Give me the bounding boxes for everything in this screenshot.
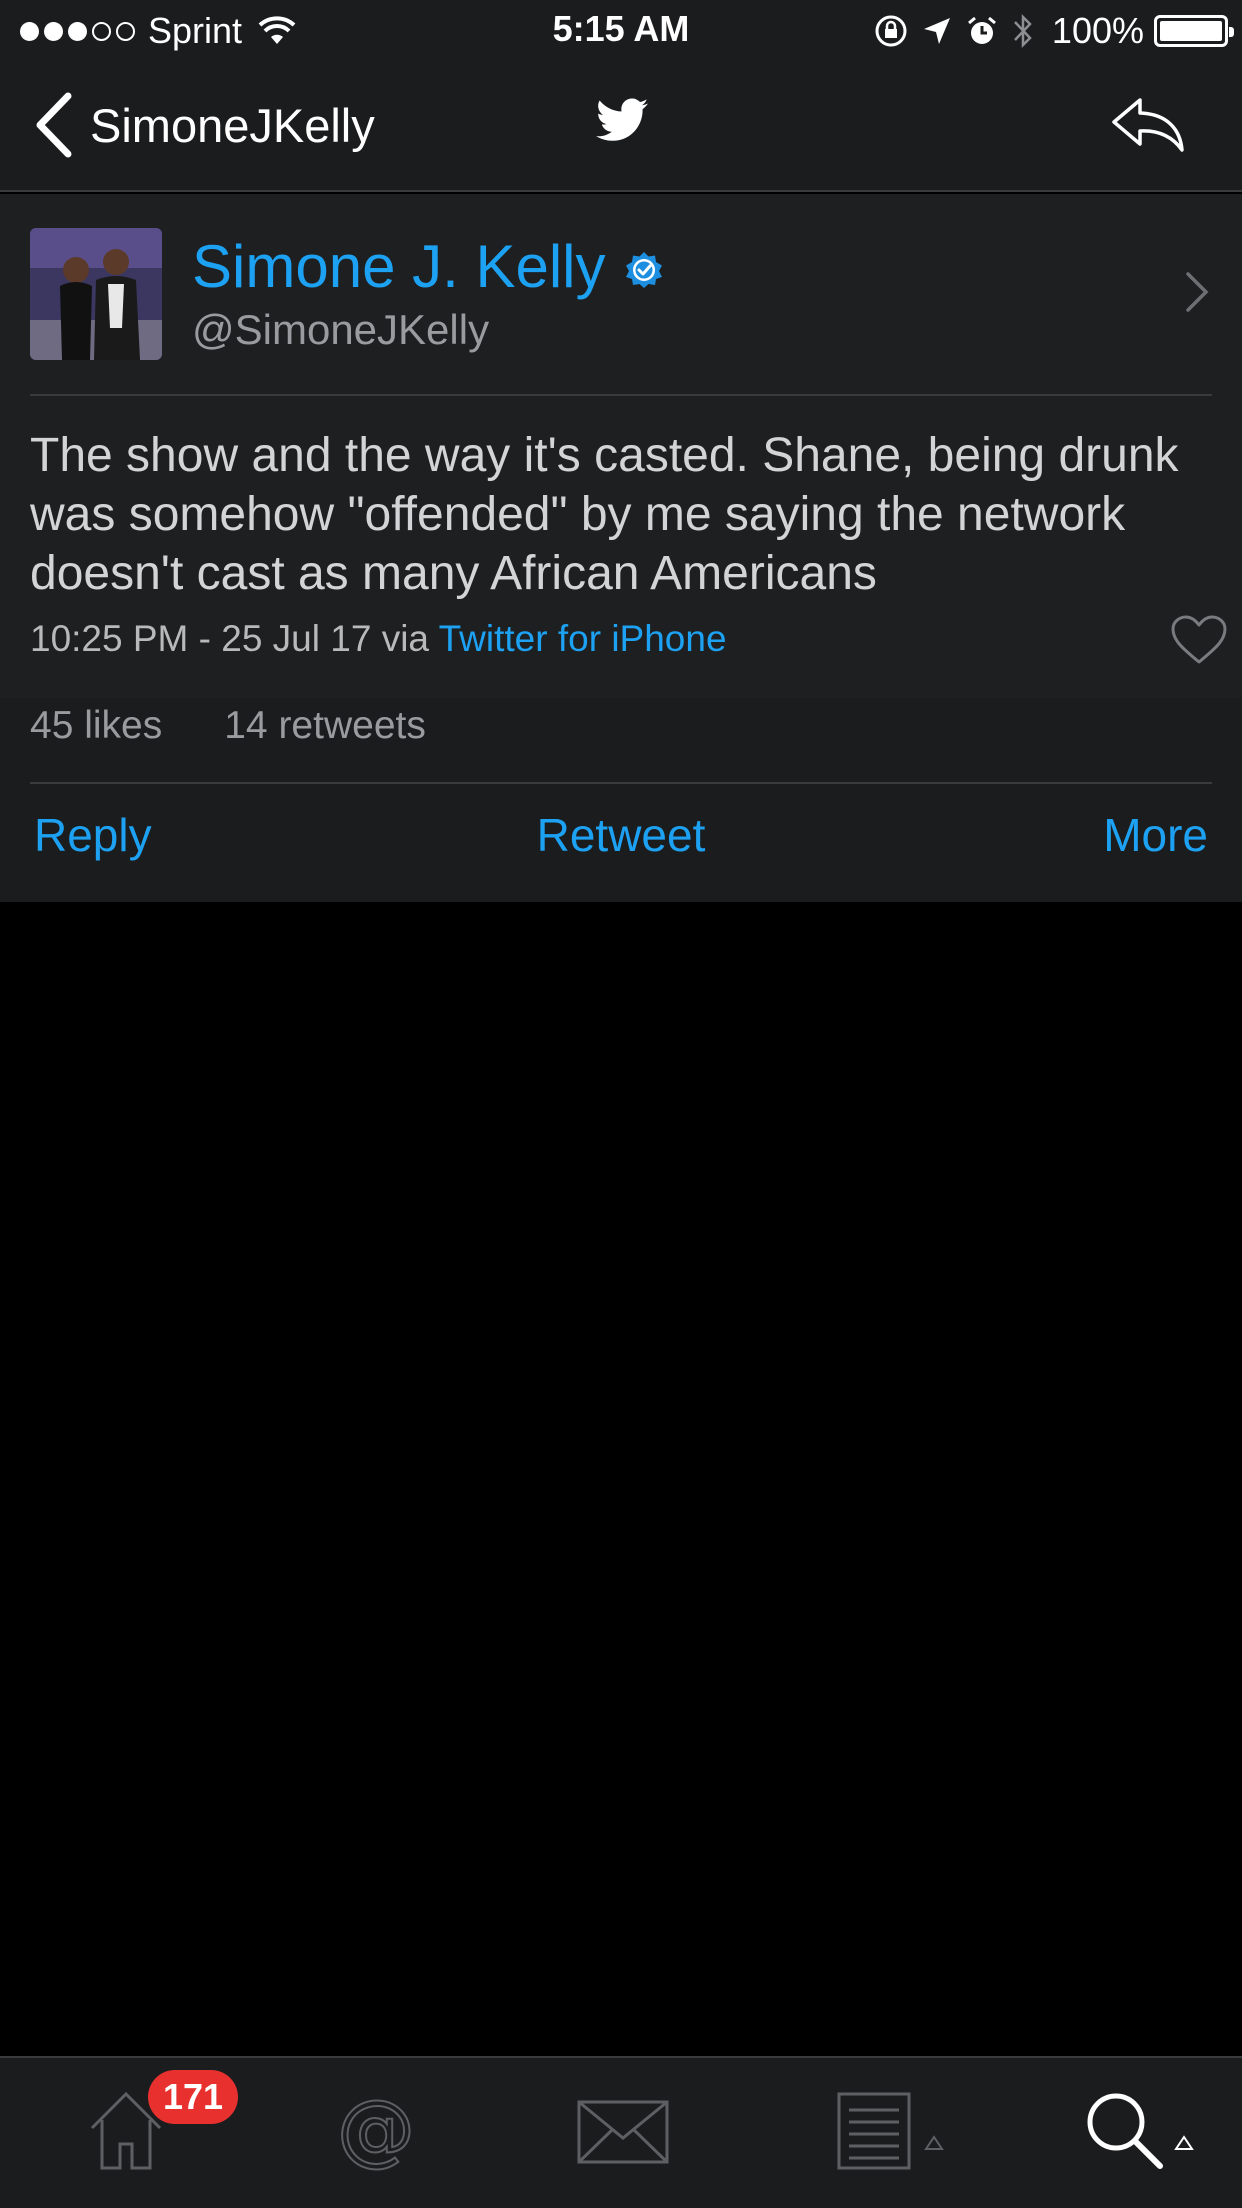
bluetooth-icon [1014,13,1032,49]
client-link[interactable]: Twitter for iPhone [439,618,727,659]
likes-count[interactable]: 45 likes [30,704,162,748]
status-left: Sprint [20,10,296,52]
status-bar: Sprint 5:15 AM 100% [0,0,1242,62]
tweet-text: The show and the way it's casted. Shane,… [30,429,1179,600]
search-dropdown-icon[interactable] [1174,2134,1194,2152]
tweet-timestamp: 10:25 PM - 25 Jul 17 via Twitter for iPh… [30,618,727,660]
carrier-name: Sprint [148,10,243,51]
status-right: 100% [860,10,1234,52]
back-button[interactable]: SimoneJKelly [34,92,375,158]
orientation-lock-icon [875,15,907,47]
location-icon [923,18,950,44]
avatar-photo [30,228,162,360]
like-heart-icon[interactable] [1170,614,1228,666]
verified-badge-icon [625,251,662,288]
search-icon[interactable] [1082,2088,1166,2172]
navigation-bar: SimoneJKelly [0,62,1242,192]
avatar[interactable] [30,228,162,360]
reply-arrow-icon[interactable] [1110,94,1186,154]
display-name[interactable]: Simone J. Kelly [192,232,664,301]
signal-dot [116,21,135,41]
lists-icon[interactable] [836,2088,912,2172]
signal-dot [44,21,63,41]
mentions-icon[interactable]: @ [334,2088,418,2172]
tweet-actions: Reply Retweet More [0,784,1242,900]
back-label: SimoneJKelly [90,98,375,152]
retweets-count[interactable]: 14 retweets [224,704,426,748]
signal-dot [68,21,87,41]
svg-text:@: @ [337,2088,415,2172]
chevron-left-icon [36,92,72,158]
battery-icon [1154,15,1234,47]
tweet-stats: 45 likes 14 retweets [30,704,488,748]
user-handle: @SimoneJKelly [192,306,490,353]
signal-dot [92,21,111,41]
timestamp-text: 10:25 PM - 25 Jul 17 via [30,618,429,659]
messages-icon[interactable] [576,2088,670,2172]
home-notification-badge: 171 [148,2070,238,2124]
tab-bar: 171 @ [0,2056,1242,2208]
tweet-detail: Simone J. Kelly @SimoneJKelly The show a… [0,194,1242,902]
display-name-text: Simone J. Kelly [192,233,606,300]
divider [30,394,1212,396]
signal-dot [20,21,39,41]
alarm-icon [967,16,996,44]
wifi-icon [258,16,296,44]
profile-row[interactable]: Simone J. Kelly @SimoneJKelly [0,194,1242,394]
twitter-bird-icon [596,98,648,141]
retweet-button[interactable]: Retweet [0,808,1242,862]
chevron-right-icon[interactable] [1184,270,1210,314]
lists-dropdown-icon[interactable] [924,2134,944,2152]
battery-percent: 100% [1051,10,1144,51]
more-button[interactable]: More [1103,808,1208,862]
